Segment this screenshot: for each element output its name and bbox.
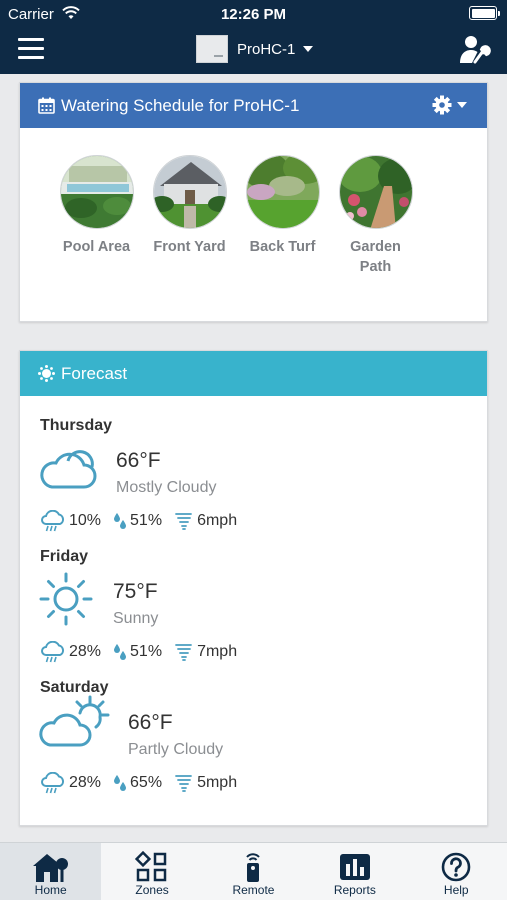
forecast-stats: 10% 51% 6mph	[40, 510, 249, 532]
tab-remote[interactable]: Remote	[203, 843, 304, 900]
tab-help[interactable]: Help	[406, 843, 507, 900]
help-icon	[441, 852, 471, 882]
precip-value: 10%	[69, 512, 102, 529]
tab-home[interactable]: Home	[0, 843, 102, 900]
forecast-header: Forecast	[20, 351, 487, 396]
chevron-down-icon	[303, 46, 314, 52]
forecast-temp: 75°F	[113, 580, 158, 603]
humidity-icon	[114, 644, 127, 660]
zone-label: Back Turf	[249, 239, 316, 255]
forecast-stats: 28% 65% 5mph	[40, 772, 249, 794]
calendar-icon	[38, 97, 55, 114]
wind-icon	[175, 513, 192, 530]
zone-list: Pool Area Front Yard Back Turf Garden Pa…	[50, 155, 422, 277]
status-time: 12:26 PM	[220, 6, 287, 23]
forecast-title: Forecast	[61, 363, 128, 383]
tab-reports[interactable]: Reports	[304, 843, 405, 900]
zone-pool-area[interactable]: Pool Area	[50, 155, 143, 277]
rain-cloud-icon	[41, 772, 65, 794]
humidity-value: 51%	[130, 512, 163, 529]
tab-label: Help	[443, 883, 469, 897]
device-selector[interactable]: ProHC-1	[196, 34, 314, 64]
forecast-condition: Sunny	[113, 610, 159, 627]
tab-label: Reports	[333, 883, 376, 897]
humidity-icon	[114, 775, 127, 791]
tab-label: Home	[34, 883, 67, 897]
tab-label: Zones	[135, 883, 169, 897]
user-settings-icon[interactable]	[459, 34, 491, 64]
cloud-icon	[40, 450, 97, 489]
precip-value: 28%	[69, 643, 102, 660]
front-yard-photo	[152, 155, 227, 229]
forecast-stats: 28% 51% 7mph	[40, 641, 249, 663]
remote-icon	[246, 853, 261, 882]
reports-icon	[339, 854, 370, 880]
schedule-title: Watering Schedule for ProHC-1	[61, 95, 300, 115]
forecast-card: Forecast Thursday 66°F Mostly Cloudy 10%…	[19, 350, 488, 826]
battery-icon	[469, 6, 500, 20]
forecast-temp: 66°F	[116, 449, 161, 472]
status-bar: Carrier 12:26 PM	[0, 0, 507, 28]
home-icon	[32, 854, 68, 882]
forecast-temp: 66°F	[128, 711, 173, 734]
wind-value: 7mph	[197, 643, 238, 660]
zone-label: Pool Area	[62, 239, 131, 255]
forecast-day: Friday	[40, 548, 89, 565]
tab-zones[interactable]: Zones	[101, 843, 202, 900]
wind-value: 5mph	[197, 774, 238, 791]
zone-back-turf[interactable]: Back Turf	[236, 155, 329, 277]
garden-path-photo	[338, 155, 413, 229]
zones-icon	[135, 851, 167, 882]
humidity-value: 51%	[130, 643, 163, 660]
device-thumbnail-icon	[196, 35, 228, 63]
pool-area-photo	[59, 155, 134, 229]
humidity-value: 65%	[130, 774, 163, 791]
sun-small-icon	[38, 365, 55, 382]
gear-icon	[432, 95, 452, 115]
wind-icon	[175, 644, 192, 661]
tab-bar: Home Zones Remote Reports Help	[0, 842, 507, 900]
rain-cloud-icon	[41, 510, 65, 532]
device-name: ProHC-1	[237, 40, 296, 58]
wind-value: 6mph	[197, 512, 238, 529]
sun-icon	[39, 572, 93, 626]
top-bar: Carrier 12:26 PM ProHC-1	[0, 0, 507, 74]
wind-icon	[175, 775, 192, 792]
rain-cloud-icon	[41, 641, 65, 663]
forecast-condition: Mostly Cloudy	[116, 479, 217, 496]
partly-cloudy-icon	[39, 695, 110, 747]
zone-label: Garden Path	[350, 239, 401, 275]
humidity-icon	[114, 513, 127, 529]
schedule-header: Watering Schedule for ProHC-1	[20, 83, 487, 128]
forecast-day: Thursday	[40, 417, 113, 434]
watering-schedule-card: Watering Schedule for ProHC-1 Pool Area …	[19, 82, 488, 322]
menu-button[interactable]	[18, 38, 44, 60]
tab-label: Remote	[232, 883, 275, 897]
back-turf-photo	[245, 155, 320, 229]
schedule-settings-button[interactable]	[432, 95, 467, 115]
zone-front-yard[interactable]: Front Yard	[143, 155, 236, 277]
forecast-condition: Partly Cloudy	[128, 741, 224, 758]
zone-garden-path[interactable]: Garden Path	[329, 155, 422, 277]
zone-label: Front Yard	[153, 239, 226, 255]
precip-value: 28%	[69, 774, 102, 791]
chevron-down-icon	[457, 102, 467, 108]
